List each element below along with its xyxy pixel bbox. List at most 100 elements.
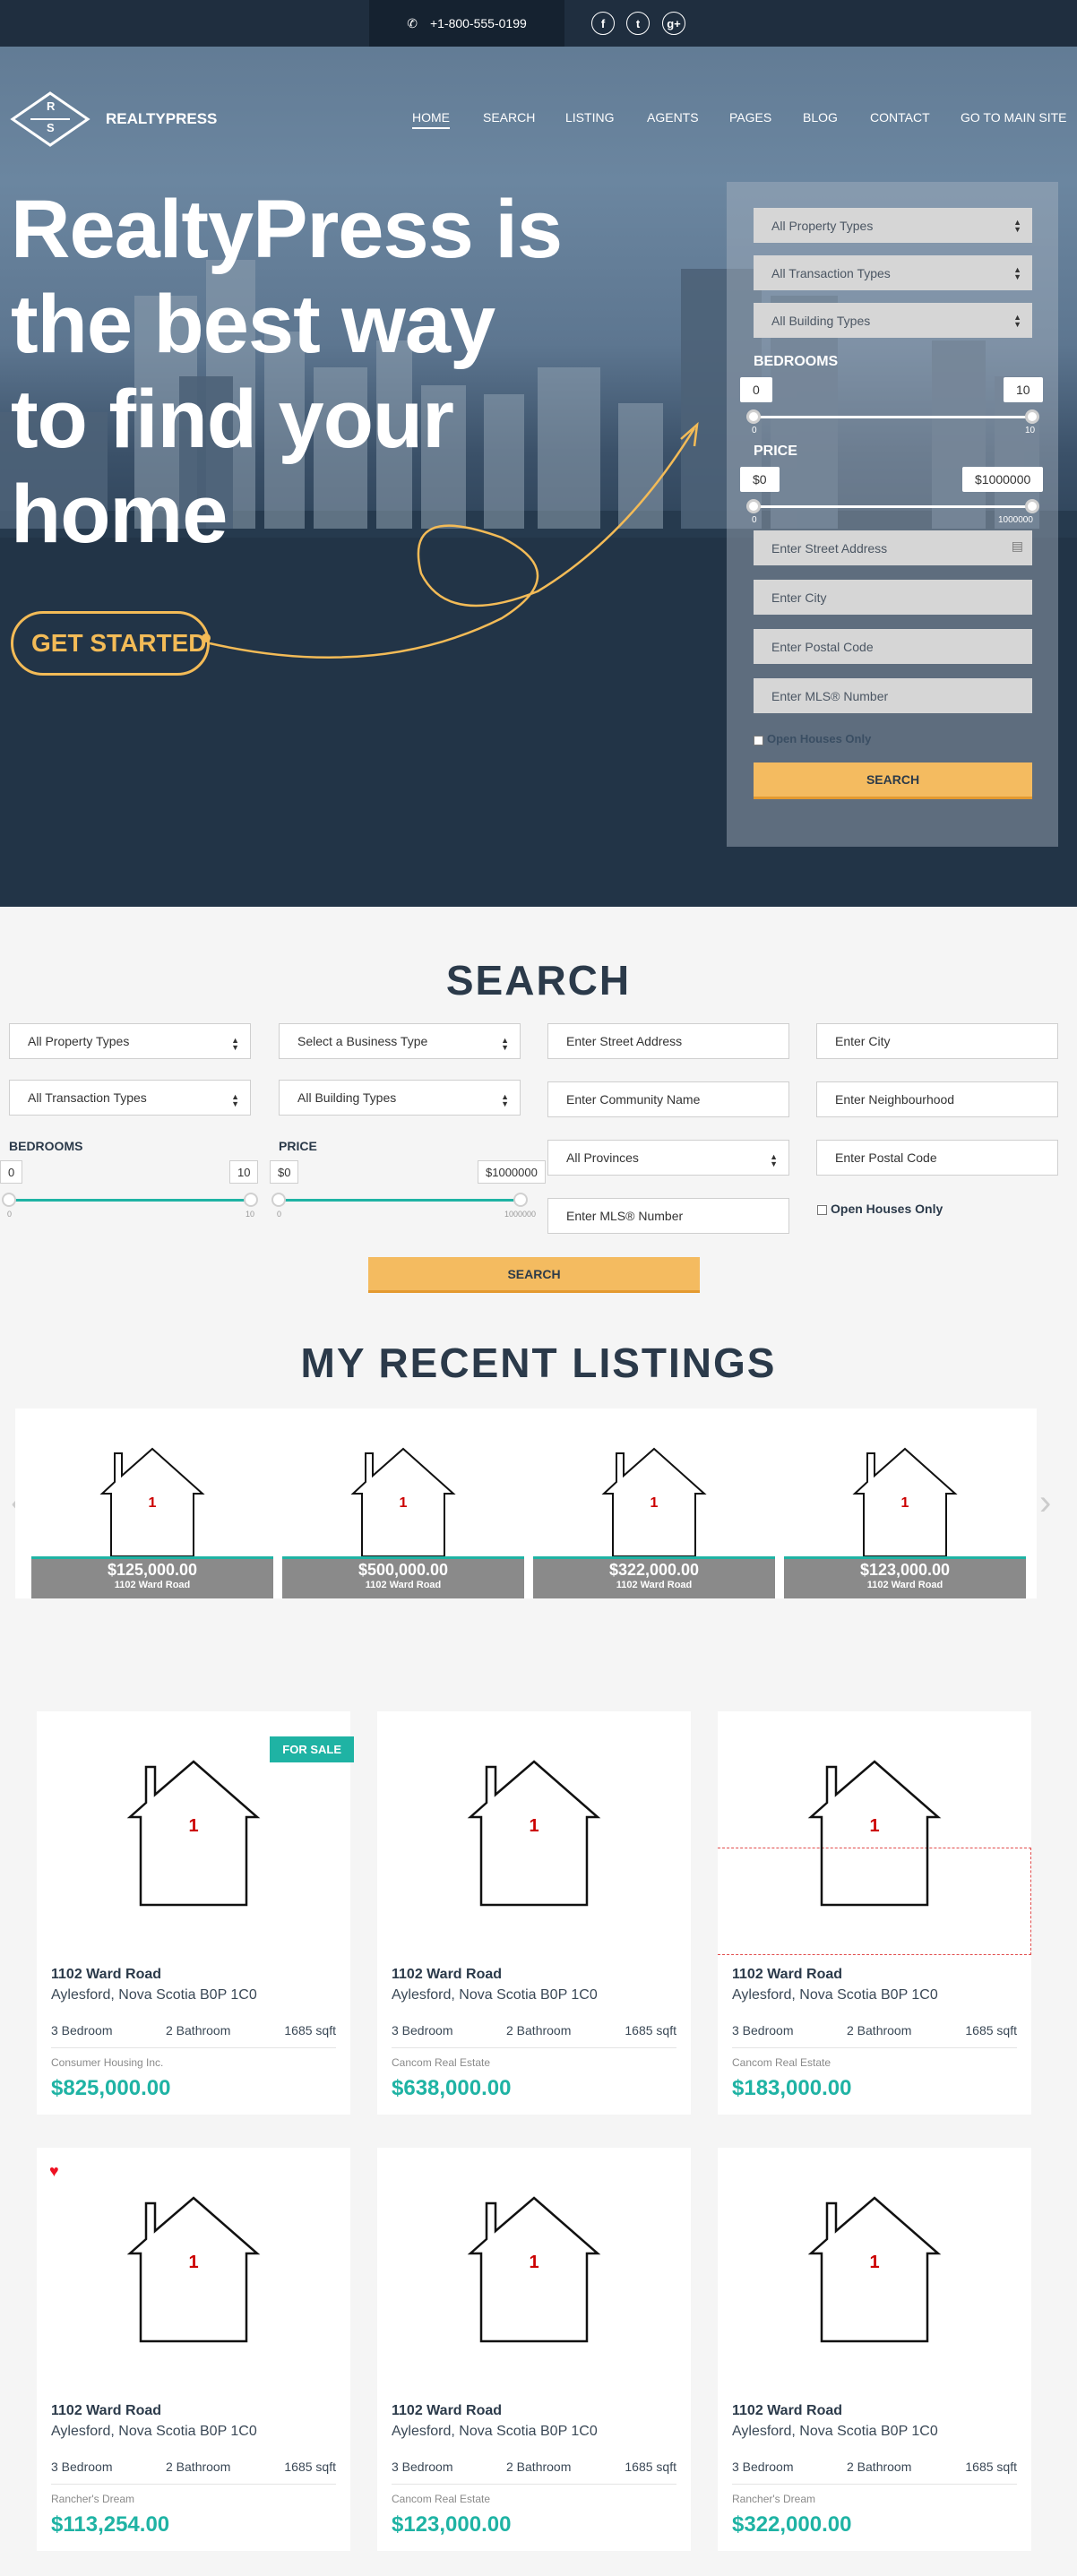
- placeholder: Enter MLS® Number: [566, 1209, 684, 1223]
- phone-number[interactable]: +1-800-555-0199: [430, 16, 527, 30]
- price-min-handle[interactable]: [271, 1193, 286, 1207]
- city-input[interactable]: Enter City: [754, 580, 1032, 615]
- listing-price: $113,254.00: [51, 2512, 170, 2537]
- listing-city: Aylesford, Nova Scotia B0P 1C0: [732, 1987, 938, 2003]
- postal-code-input[interactable]: Enter Postal Code: [754, 629, 1032, 664]
- price-min-value: $0: [740, 467, 780, 492]
- bedrooms-tick-max: 10: [1025, 426, 1036, 435]
- chevron-right-icon[interactable]: ›: [1039, 1483, 1051, 1523]
- community-name-input[interactable]: Enter Community Name: [547, 1081, 789, 1117]
- listing-card[interactable]: 1 1102 Ward Road Aylesford, Nova Scotia B0…: [718, 1711, 1031, 2115]
- get-started-button[interactable]: GET STARTED: [11, 611, 210, 676]
- city-input[interactable]: Enter City: [816, 1023, 1058, 1059]
- heart-icon[interactable]: ♥: [49, 2162, 59, 2181]
- mls-number-input[interactable]: Enter MLS® Number: [754, 678, 1032, 713]
- price-slider-track[interactable]: [754, 505, 1032, 508]
- quick-search-button[interactable]: SEARCH: [754, 762, 1032, 799]
- house-placeholder-icon: 1: [807, 2196, 942, 2343]
- listing-address[interactable]: 1102 Ward Road: [51, 2403, 161, 2419]
- price-min-handle[interactable]: [746, 499, 761, 513]
- recent-listings-title: MY RECENT LISTINGS: [300, 1340, 777, 1386]
- building-type-select[interactable]: All Building Types ▲ ▼: [754, 303, 1032, 338]
- twitter-icon[interactable]: t: [626, 12, 650, 35]
- listing-address[interactable]: 1102 Ward Road: [392, 2403, 502, 2419]
- nav-contact[interactable]: CONTACT: [870, 110, 930, 125]
- listing-sqft: 1685 sqft: [284, 2023, 336, 2038]
- listing-bathrooms: 2 Bathroom: [847, 2023, 912, 2038]
- bedrooms-min-handle[interactable]: [2, 1193, 16, 1207]
- listing-address[interactable]: 1102 Ward Road: [392, 1967, 502, 1983]
- select-arrows-icon: ▲ ▼: [231, 1092, 239, 1108]
- recent-listing-address: 1102 Ward Road: [114, 1580, 191, 1590]
- nav-pages[interactable]: PAGES: [729, 110, 771, 125]
- mls-number-input[interactable]: Enter MLS® Number: [547, 1198, 789, 1234]
- select-arrows-icon: ▲ ▼: [1013, 265, 1021, 281]
- street-address-input[interactable]: Enter Street Address ▤: [754, 530, 1032, 565]
- recent-listing-price-bar: $500,000.00 1102 Ward Road: [282, 1556, 524, 1598]
- listing-card[interactable]: FOR SALE 1 1102 Ward Road Aylesford, Nova S…: [37, 1711, 354, 2115]
- price-max-handle[interactable]: [513, 1193, 528, 1207]
- placeholder: Enter Postal Code: [835, 1150, 937, 1165]
- listing-address[interactable]: 1102 Ward Road: [51, 1967, 161, 1983]
- listing-address[interactable]: 1102 Ward Road: [732, 1967, 842, 1983]
- listing-card[interactable]: 1 1102 Ward Road Aylesford, Nova Scotia B0…: [718, 2148, 1031, 2551]
- recent-listing-price-bar: $322,000.00 1102 Ward Road: [533, 1556, 775, 1598]
- listing-address[interactable]: 1102 Ward Road: [732, 2403, 842, 2419]
- nav-blog[interactable]: BLOG: [803, 110, 838, 125]
- street-address-input[interactable]: Enter Street Address: [547, 1023, 789, 1059]
- open-houses-checkbox[interactable]: [754, 736, 763, 745]
- listing-price: $123,000.00: [392, 2512, 512, 2537]
- listing-card[interactable]: 1 1102 Ward Road Aylesford, Nova Scotia B0…: [377, 2148, 691, 2551]
- listing-card[interactable]: ♥ 1 1102 Ward Road Aylesford, Nova Scotia B…: [37, 2148, 350, 2551]
- bedrooms-slider-track[interactable]: [754, 416, 1032, 418]
- nav-main-site[interactable]: GO TO MAIN SITE: [961, 110, 1067, 125]
- nav-search[interactable]: SEARCH: [483, 110, 535, 125]
- listing-bedrooms: 3 Bedroom: [51, 2023, 113, 2038]
- recent-listing-card[interactable]: 1 $125,000.00 1102 Ward Road: [31, 1409, 273, 1598]
- bedrooms-label: BEDROOMS: [9, 1139, 83, 1153]
- bedrooms-slider-track[interactable]: [9, 1199, 251, 1202]
- nav-home[interactable]: HOME: [412, 110, 450, 129]
- listing-card[interactable]: 1 1102 Ward Road Aylesford, Nova Scotia B0…: [377, 1711, 691, 2115]
- nav-agents[interactable]: AGENTS: [647, 110, 699, 125]
- svg-text:1: 1: [529, 2253, 538, 2272]
- search-button[interactable]: SEARCH: [368, 1257, 700, 1293]
- bedrooms-max-handle[interactable]: [1025, 409, 1039, 424]
- recent-listing-card[interactable]: 1 $123,000.00 1102 Ward Road: [784, 1409, 1026, 1598]
- for-sale-badge: FOR SALE: [270, 1736, 354, 1762]
- price-label: PRICE: [279, 1139, 317, 1153]
- house-placeholder-icon: 1: [467, 1760, 601, 1907]
- recent-listing-card[interactable]: 1 $322,000.00 1102 Ward Road: [533, 1409, 775, 1598]
- property-type-select[interactable]: All Property Types ▲ ▼: [9, 1023, 251, 1059]
- business-type-select[interactable]: Select a Business Type ▲ ▼: [279, 1023, 521, 1059]
- nav-listing[interactable]: LISTING: [565, 110, 614, 125]
- svg-text:1: 1: [149, 1495, 157, 1511]
- transaction-type-select[interactable]: All Transaction Types ▲ ▼: [9, 1080, 251, 1116]
- open-houses-checkbox[interactable]: [817, 1205, 827, 1215]
- property-type-select[interactable]: All Property Types ▲ ▼: [754, 208, 1032, 243]
- listing-bathrooms: 2 Bathroom: [506, 2460, 572, 2474]
- listing-sqft: 1685 sqft: [284, 2460, 336, 2474]
- listing-agent: Rancher's Dream: [51, 2493, 134, 2505]
- price-max-handle[interactable]: [1025, 499, 1039, 513]
- svg-text:1: 1: [901, 1495, 909, 1511]
- select-arrows-icon: ▲ ▼: [770, 1152, 778, 1168]
- quick-search-panel: All Property Types ▲ ▼ All Transaction Typ…: [727, 182, 1058, 847]
- price-slider-track[interactable]: [279, 1199, 521, 1202]
- facebook-icon[interactable]: f: [591, 12, 615, 35]
- headline-line: to find your: [11, 374, 454, 465]
- open-houses-label: Open Houses Only: [767, 732, 872, 745]
- placeholder: Enter Community Name: [566, 1092, 701, 1107]
- bedrooms-min-handle[interactable]: [746, 409, 761, 424]
- recent-listing-card[interactable]: 1 $500,000.00 1102 Ward Road: [282, 1409, 524, 1598]
- neighbourhood-input[interactable]: Enter Neighbourhood: [816, 1081, 1058, 1117]
- placeholder: Enter Postal Code: [771, 639, 874, 654]
- google-plus-icon[interactable]: g+: [662, 12, 685, 35]
- province-select[interactable]: All Provinces ▲ ▼: [547, 1140, 789, 1176]
- recent-listing-price: $322,000.00: [608, 1561, 700, 1579]
- listing-bedrooms: 3 Bedroom: [732, 2023, 794, 2038]
- bedrooms-max-handle[interactable]: [244, 1193, 258, 1207]
- transaction-type-select[interactable]: All Transaction Types ▲ ▼: [754, 255, 1032, 290]
- postal-code-input[interactable]: Enter Postal Code: [816, 1140, 1058, 1176]
- building-type-select[interactable]: All Building Types ▲ ▼: [279, 1080, 521, 1116]
